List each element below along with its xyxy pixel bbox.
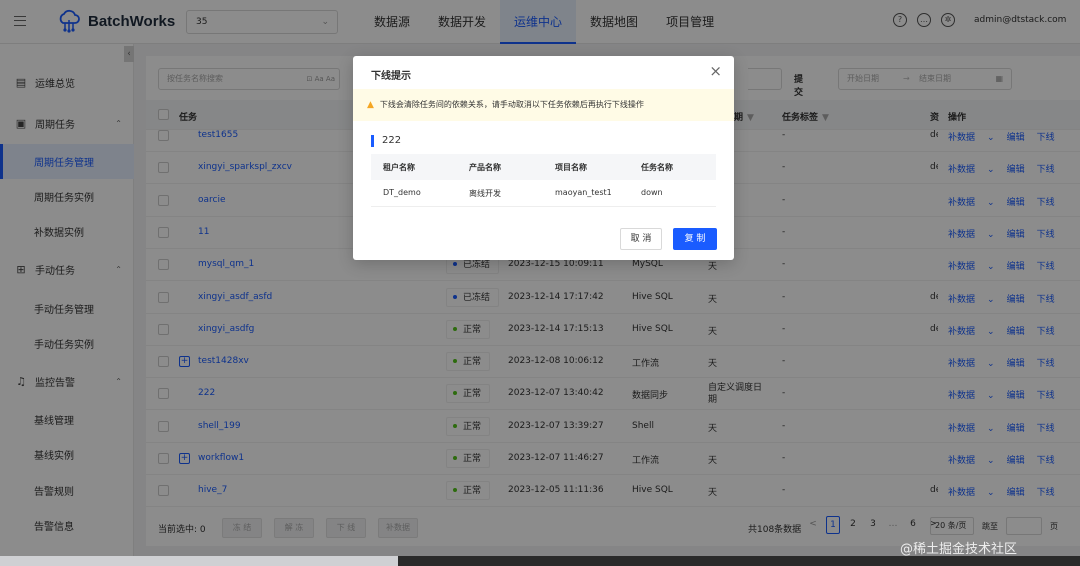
close-icon[interactable]: ×	[709, 64, 722, 79]
dependency-row: DT_demo 离线开发 maoyan_test1 down	[371, 180, 716, 207]
bottom-strip-left	[0, 556, 398, 566]
dependency-cell: 离线开发	[469, 189, 501, 198]
bottom-strip	[0, 556, 1080, 566]
warning-text: 下线会清除任务间的依赖关系，请手动取消以下任务依赖后再执行下线操作	[379, 100, 644, 109]
dependency-cell: maoyan_test1	[555, 188, 612, 197]
dependency-column-header: 项目名称	[555, 163, 587, 172]
dependency-cell: DT_demo	[383, 188, 421, 197]
modal-title: 下线提示	[371, 71, 411, 82]
warning-banner: ▲ 下线会清除任务间的依赖关系，请手动取消以下任务依赖后再执行下线操作	[353, 89, 734, 121]
watermark: @稀土掘金技术社区	[900, 542, 1018, 557]
dependency-table-body: DT_demo 离线开发 maoyan_test1 down	[371, 180, 716, 207]
dependency-table-header: 租户名称 产品名称 项目名称 任务名称	[371, 154, 716, 180]
offline-modal: 下线提示 × ▲ 下线会清除任务间的依赖关系，请手动取消以下任务依赖后再执行下线操…	[353, 56, 734, 260]
dependency-column-header: 产品名称	[469, 163, 501, 172]
dependency-cell: down	[641, 188, 663, 197]
warning-icon: ▲	[367, 100, 374, 110]
copy-button[interactable]: 复 制	[673, 228, 717, 250]
dependency-column-header: 任务名称	[641, 163, 673, 172]
dependency-table: 租户名称 产品名称 项目名称 任务名称 DT_demo 离线开发 maoyan_test1…	[371, 154, 716, 207]
section-title: 222	[371, 135, 401, 147]
dependency-column-header: 租户名称	[383, 163, 415, 172]
cancel-button[interactable]: 取 消	[620, 228, 662, 250]
